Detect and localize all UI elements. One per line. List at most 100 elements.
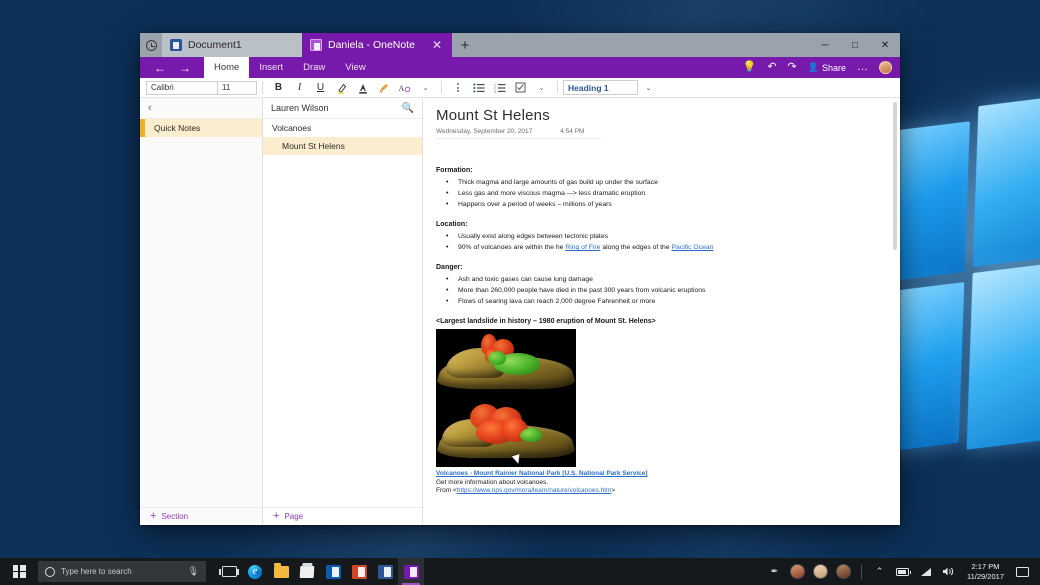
font-expand-icon[interactable]: ⌄ [415, 79, 436, 97]
ribbon-tab-view[interactable]: View [335, 57, 375, 78]
from-post: > [611, 487, 615, 494]
source-text: Get more information about volcanoes. [436, 479, 756, 486]
task-view-button[interactable] [216, 558, 242, 585]
from-pre: From < [436, 487, 457, 494]
style-expand-icon[interactable]: ⌄ [638, 79, 659, 97]
notebooks-back-button[interactable]: ‹ [140, 98, 262, 119]
taskbar-app-word[interactable] [372, 558, 398, 585]
avatar[interactable] [832, 558, 855, 585]
search-circle-icon [45, 567, 55, 577]
avatar[interactable] [786, 558, 809, 585]
font-name-input[interactable]: Calibri [146, 81, 218, 95]
close-window-button[interactable]: ✕ [870, 33, 900, 57]
start-button[interactable] [0, 558, 38, 585]
document-tab-word[interactable]: Document1 [162, 33, 302, 57]
add-page-button[interactable]: + Page [263, 507, 422, 525]
taskbar-app-file-explorer[interactable] [268, 558, 294, 585]
list-item: Happens over a period of weeks – million… [436, 199, 756, 210]
battery-icon[interactable] [891, 558, 914, 585]
onenote-window: Document1 Daniela - OneNote ✕ + ─ □ ✕ ← … [140, 33, 900, 525]
source-link[interactable]: Volcanoes - Mount Rainier National Park … [436, 470, 756, 477]
ribbon-tab-insert[interactable]: Insert [249, 57, 293, 78]
page-item-mount-st-helens[interactable]: Mount St Helens [263, 137, 422, 155]
section-item-quick-notes[interactable]: Quick Notes [140, 119, 262, 137]
lightbulb-icon[interactable]: 💡 [743, 62, 757, 73]
italic-button[interactable]: I [289, 79, 310, 97]
microphone-icon[interactable]: 🎙 [188, 566, 199, 577]
volcano-terrain-image[interactable] [436, 329, 576, 467]
new-tab-button[interactable]: + [452, 33, 478, 57]
page-timestamp: Wednesday, September 20, 2017 4:54 PM [436, 128, 601, 139]
page-title[interactable]: Mount St Helens [436, 107, 900, 124]
pen-icon[interactable]: ✒ [763, 558, 786, 585]
taskbar-app-powerpoint[interactable] [346, 558, 372, 585]
volume-icon[interactable] [937, 558, 960, 585]
avatar[interactable] [809, 558, 832, 585]
close-tab-icon[interactable]: ✕ [422, 39, 442, 51]
terrain-view-top [436, 329, 576, 398]
format-painter-icon[interactable] [373, 79, 394, 97]
terrain-view-bottom [436, 398, 576, 467]
note-canvas[interactable]: Mount St Helens Wednesday, September 20,… [423, 98, 900, 525]
sections-panel: ‹ Quick Notes + Section [140, 98, 263, 525]
notebook-name: Lauren Wilson [271, 103, 329, 113]
clock-date: 11/29/2017 [967, 572, 1004, 581]
bold-button[interactable]: B [268, 79, 289, 97]
list-item: More than 260,000 people have died in th… [436, 285, 756, 296]
more-options-icon[interactable]: … [857, 62, 868, 73]
redo-icon[interactable]: ↷ [788, 62, 797, 73]
back-icon[interactable]: ← [154, 62, 166, 74]
taskbar-app-edge[interactable] [242, 558, 268, 585]
taskbar-app-onenote[interactable] [398, 558, 424, 585]
share-button[interactable]: 👤 Share [808, 62, 846, 73]
canvas-scrollbar[interactable] [893, 102, 897, 250]
underline-button[interactable]: U [310, 79, 331, 97]
taskbar-app-store[interactable] [294, 558, 320, 585]
checkbox-icon[interactable] [510, 79, 531, 97]
taskbar-app-outlook[interactable] [320, 558, 346, 585]
clear-formatting-icon[interactable]: A [394, 79, 415, 97]
microsoft-store-icon [300, 566, 315, 578]
ribbon-tab-home[interactable]: Home [204, 57, 249, 78]
font-size-input[interactable]: 11 [217, 81, 257, 95]
note-content[interactable]: Formation: Thick magma and large amounts… [436, 167, 756, 494]
word-icon [170, 39, 182, 51]
minimize-button[interactable]: ─ [810, 33, 840, 57]
danger-bullet-list: Ash and toxic gases can cause lung damag… [436, 274, 756, 307]
text-pre: 90% of volcanoes are within the he [458, 244, 565, 251]
search-icon[interactable]: 🔍 [402, 103, 414, 114]
location-bullet-list: Usually exist along edges between tecton… [436, 231, 756, 253]
recent-docs-button[interactable] [140, 33, 162, 57]
more-commands-icon[interactable] [447, 79, 468, 97]
office-tab-strip: Document1 Daniela - OneNote ✕ + ─ □ ✕ [140, 33, 900, 57]
landslide-caption: <Largest landslide in history – 1980 eru… [436, 318, 756, 325]
document-tab-onenote[interactable]: Daniela - OneNote ✕ [302, 33, 452, 57]
clock[interactable]: 2:17 PM 11/29/2017 [960, 562, 1011, 581]
source-url-link[interactable]: https://www.nps.gov/mora/learn/nature/vo… [457, 487, 612, 494]
list-expand-icon[interactable]: ⌄ [531, 79, 552, 97]
search-input[interactable]: Type here to search 🎙 [38, 561, 206, 582]
action-center-button[interactable] [1011, 558, 1034, 585]
ribbon-right-actions: 💡 ↶ ↷ 👤 Share … [743, 57, 900, 78]
tray-divider [861, 565, 862, 579]
forward-icon[interactable]: → [179, 62, 191, 74]
nav-arrows: ← → [140, 57, 204, 78]
undo-icon[interactable]: ↶ [767, 62, 776, 73]
add-section-button[interactable]: + Section [140, 507, 262, 525]
numbered-list-icon[interactable]: 123 [489, 79, 510, 97]
font-color-icon[interactable] [352, 79, 373, 97]
account-avatar[interactable] [879, 61, 892, 74]
paragraph-style-select[interactable]: Heading 1 [563, 80, 638, 95]
link-pacific-ocean[interactable]: Pacific Ocean [672, 244, 714, 251]
page-item-volcanoes[interactable]: Volcanoes [263, 119, 422, 137]
pages-panel: Lauren Wilson 🔍 Volcanoes Mount St Helen… [263, 98, 423, 525]
source-from-line: From <https://www.nps.gov/mora/learn/nat… [436, 487, 756, 494]
show-hidden-icons-button[interactable]: ⌃ [868, 558, 891, 585]
maximize-button[interactable]: □ [840, 33, 870, 57]
highlighter-icon[interactable] [331, 79, 352, 97]
ribbon-tab-draw[interactable]: Draw [293, 57, 335, 78]
link-ring-of-fire[interactable]: Ring of Fire [565, 244, 600, 251]
powerpoint-icon [352, 565, 367, 579]
wifi-icon[interactable] [914, 558, 937, 585]
bullet-list-icon[interactable] [468, 79, 489, 97]
